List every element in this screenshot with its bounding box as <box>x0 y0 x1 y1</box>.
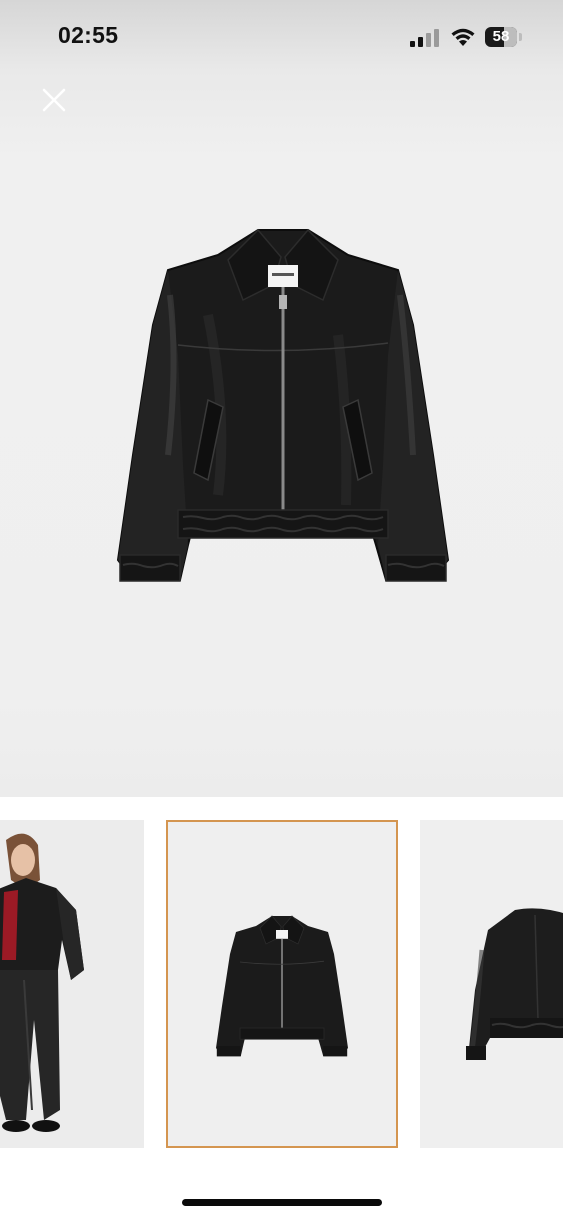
thumbnail-jacket-back[interactable] <box>420 820 563 1148</box>
wifi-icon <box>451 28 475 46</box>
status-bar: 02:55 58 <box>0 0 563 75</box>
jacket-back-image <box>466 908 563 1060</box>
jacket-front-image <box>116 228 450 582</box>
close-button[interactable] <box>36 82 72 118</box>
thumbnail-model[interactable] <box>0 820 144 1148</box>
cellular-signal-icon <box>410 29 439 47</box>
status-time: 02:55 <box>58 22 119 48</box>
thumbnail-jacket-front[interactable] <box>166 820 398 1148</box>
battery-percentage: 58 <box>492 28 510 45</box>
model-wearing-jacket-image <box>0 833 84 1132</box>
home-indicator[interactable] <box>182 1199 382 1206</box>
close-icon <box>42 88 66 112</box>
jacket-front-thumbnail-image <box>216 915 348 1057</box>
product-main-image[interactable] <box>0 0 563 797</box>
battery-tip <box>519 33 522 41</box>
battery-icon: 58 <box>485 27 517 47</box>
thumbnail-strip <box>0 820 563 1150</box>
